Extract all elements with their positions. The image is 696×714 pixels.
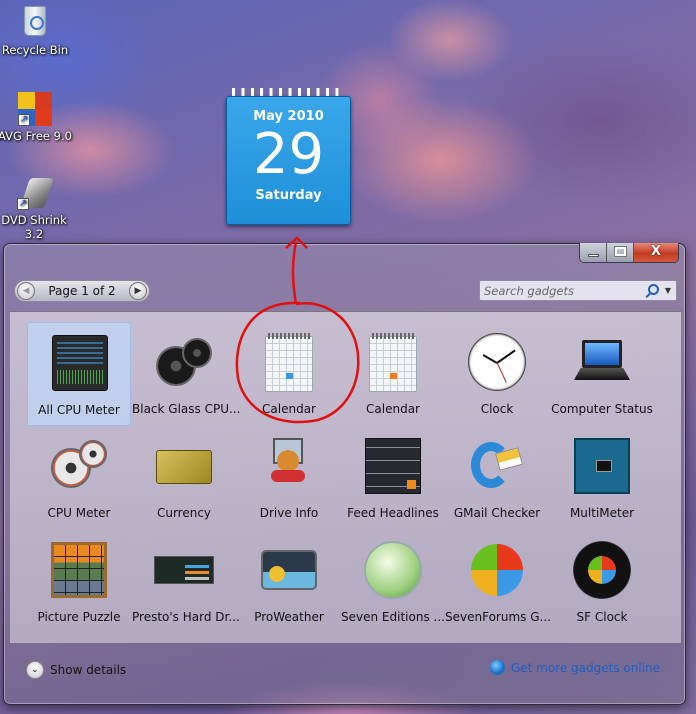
calendar-day: 29 bbox=[252, 122, 325, 187]
gadget-picture-puzzle[interactable]: Picture Puzzle bbox=[27, 530, 131, 634]
page-navigator: ◀ Page 1 of 2 ▶ bbox=[14, 280, 150, 302]
previous-page-button[interactable]: ◀ bbox=[17, 282, 35, 300]
maximize-button[interactable] bbox=[607, 243, 634, 262]
show-details-label: Show details bbox=[50, 663, 127, 677]
gadget-prestos-hard-drive[interactable]: Presto's Hard Dr... bbox=[132, 530, 240, 634]
speedometer-icon bbox=[154, 332, 214, 392]
feed-headlines-icon bbox=[363, 436, 423, 496]
picture-puzzle-icon bbox=[49, 540, 109, 600]
gadget-label: Drive Info bbox=[259, 506, 319, 520]
next-page-button[interactable]: ▶ bbox=[129, 282, 147, 300]
gadget-feed-headlines[interactable]: Feed Headlines bbox=[341, 426, 445, 530]
desktop-icon-label: Recycle Bin bbox=[1, 43, 69, 57]
processor-chip-icon bbox=[572, 436, 632, 496]
weather-icon bbox=[259, 540, 319, 600]
gadget-label: Currency bbox=[156, 506, 212, 520]
gadget-label: Picture Puzzle bbox=[37, 610, 121, 624]
desktop-icon-avg[interactable]: ↗ AVG Free 9.0 bbox=[0, 92, 73, 143]
page-indicator: Page 1 of 2 bbox=[48, 284, 116, 298]
show-details-button[interactable]: ⌄ Show details bbox=[26, 661, 126, 679]
laptop-icon bbox=[572, 332, 632, 392]
dual-gauge-icon bbox=[49, 436, 109, 496]
dvd-shrink-icon: ↗ bbox=[17, 176, 54, 210]
seven-editions-icon bbox=[363, 540, 423, 600]
arrow-left-icon: ◀ bbox=[22, 286, 30, 296]
cpu-meter-screen-icon bbox=[50, 333, 110, 393]
gadget-computer-status[interactable]: Computer Status bbox=[550, 322, 654, 426]
gadget-gallery-window: X ◀ Page 1 of 2 ▶ ▼ All CPU Meter Black … bbox=[3, 243, 686, 705]
gmail-checker-icon bbox=[467, 436, 527, 496]
gadget-calendar-circled[interactable]: Calendar bbox=[237, 322, 341, 426]
gadget-label: Feed Headlines bbox=[347, 506, 439, 520]
gadget-label: Computer Status bbox=[551, 402, 653, 416]
desktop-icon-dvd-shrink[interactable]: ↗ DVD Shrink 3.2 bbox=[0, 176, 71, 241]
gadget-cpu-meter[interactable]: CPU Meter bbox=[27, 426, 131, 530]
gadget-label: Calendar bbox=[262, 402, 316, 416]
maximize-icon bbox=[614, 246, 627, 257]
calendar-icon bbox=[259, 332, 319, 392]
recycle-bin-icon bbox=[18, 6, 52, 40]
gadget-seven-editions[interactable]: Seven Editions ... bbox=[341, 530, 445, 634]
gadget-grid: All CPU Meter Black Glass CPU... Calenda… bbox=[10, 311, 681, 643]
close-icon: X bbox=[650, 244, 662, 259]
search-box: ▼ bbox=[479, 280, 677, 301]
gadget-label: SF Clock bbox=[576, 610, 628, 624]
gadget-label: MultiMeter bbox=[569, 506, 635, 520]
drive-info-icon bbox=[259, 436, 319, 496]
gadget-gmail-checker[interactable]: GMail Checker bbox=[445, 426, 549, 530]
gadget-sevenforums[interactable]: SevenForums G... bbox=[445, 530, 551, 634]
minimize-icon bbox=[588, 254, 599, 257]
gadget-label: Presto's Hard Dr... bbox=[132, 610, 240, 624]
gadget-label: ProWeather bbox=[254, 610, 324, 624]
gadget-label: All CPU Meter bbox=[38, 403, 120, 417]
chevron-down-icon: ⌄ bbox=[26, 661, 44, 679]
gadget-label: SevenForums G... bbox=[445, 610, 551, 624]
gadget-sf-clock[interactable]: SF Clock bbox=[550, 530, 654, 634]
globe-icon bbox=[489, 660, 505, 675]
avg-icon: ↗ bbox=[18, 92, 52, 126]
get-more-gadgets-label: Get more gadgets online bbox=[510, 660, 660, 675]
gallery-footer: ⌄ Show details Get more gadgets online bbox=[4, 644, 685, 704]
gadget-label: Black Glass CPU... bbox=[132, 402, 241, 416]
gadget-label: GMail Checker bbox=[453, 506, 541, 520]
gadget-label: Seven Editions ... bbox=[341, 610, 445, 624]
gadget-label: Clock bbox=[480, 402, 514, 416]
search-icon[interactable] bbox=[644, 283, 660, 299]
desktop-icon-recycle-bin[interactable]: Recycle Bin bbox=[0, 6, 73, 57]
close-button[interactable]: X bbox=[634, 243, 678, 262]
rss-icon bbox=[407, 480, 416, 489]
gadget-proweather[interactable]: ProWeather bbox=[237, 530, 341, 634]
get-more-gadgets-link[interactable]: Get more gadgets online bbox=[489, 660, 660, 675]
desktop-icon-label: DVD Shrink 3.2 bbox=[1, 213, 67, 241]
arrow-right-icon: ▶ bbox=[134, 286, 142, 296]
calendar-weekday: Saturday bbox=[255, 188, 322, 203]
calendar-face: May 2010 29 Saturday bbox=[226, 96, 351, 225]
gadget-label: Calendar bbox=[366, 402, 420, 416]
gadget-label: CPU Meter bbox=[47, 506, 111, 520]
calendar-gadget[interactable]: May 2010 29 Saturday bbox=[226, 88, 351, 225]
search-input[interactable] bbox=[480, 283, 644, 298]
calendar-icon bbox=[363, 332, 423, 392]
clock-icon bbox=[467, 332, 527, 392]
sevenforums-logo-icon bbox=[467, 540, 527, 600]
gadget-calendar[interactable]: Calendar bbox=[341, 322, 445, 426]
desktop-icon-label: AVG Free 9.0 bbox=[0, 129, 72, 143]
gadget-drive-info[interactable]: Drive Info bbox=[237, 426, 341, 530]
window-controls: X bbox=[579, 243, 679, 263]
gadget-all-cpu-meter[interactable]: All CPU Meter bbox=[27, 322, 131, 426]
search-dropdown-icon[interactable]: ▼ bbox=[660, 286, 676, 295]
hard-drive-meter-icon bbox=[154, 540, 214, 600]
gadget-black-glass-cpu[interactable]: Black Glass CPU... bbox=[132, 322, 241, 426]
sf-clock-icon bbox=[572, 540, 632, 600]
gadget-clock[interactable]: Clock bbox=[445, 322, 549, 426]
currency-card-icon bbox=[154, 436, 214, 496]
gadget-currency[interactable]: Currency bbox=[132, 426, 236, 530]
minimize-button[interactable] bbox=[580, 243, 607, 262]
gadget-multimeter[interactable]: MultiMeter bbox=[550, 426, 654, 530]
